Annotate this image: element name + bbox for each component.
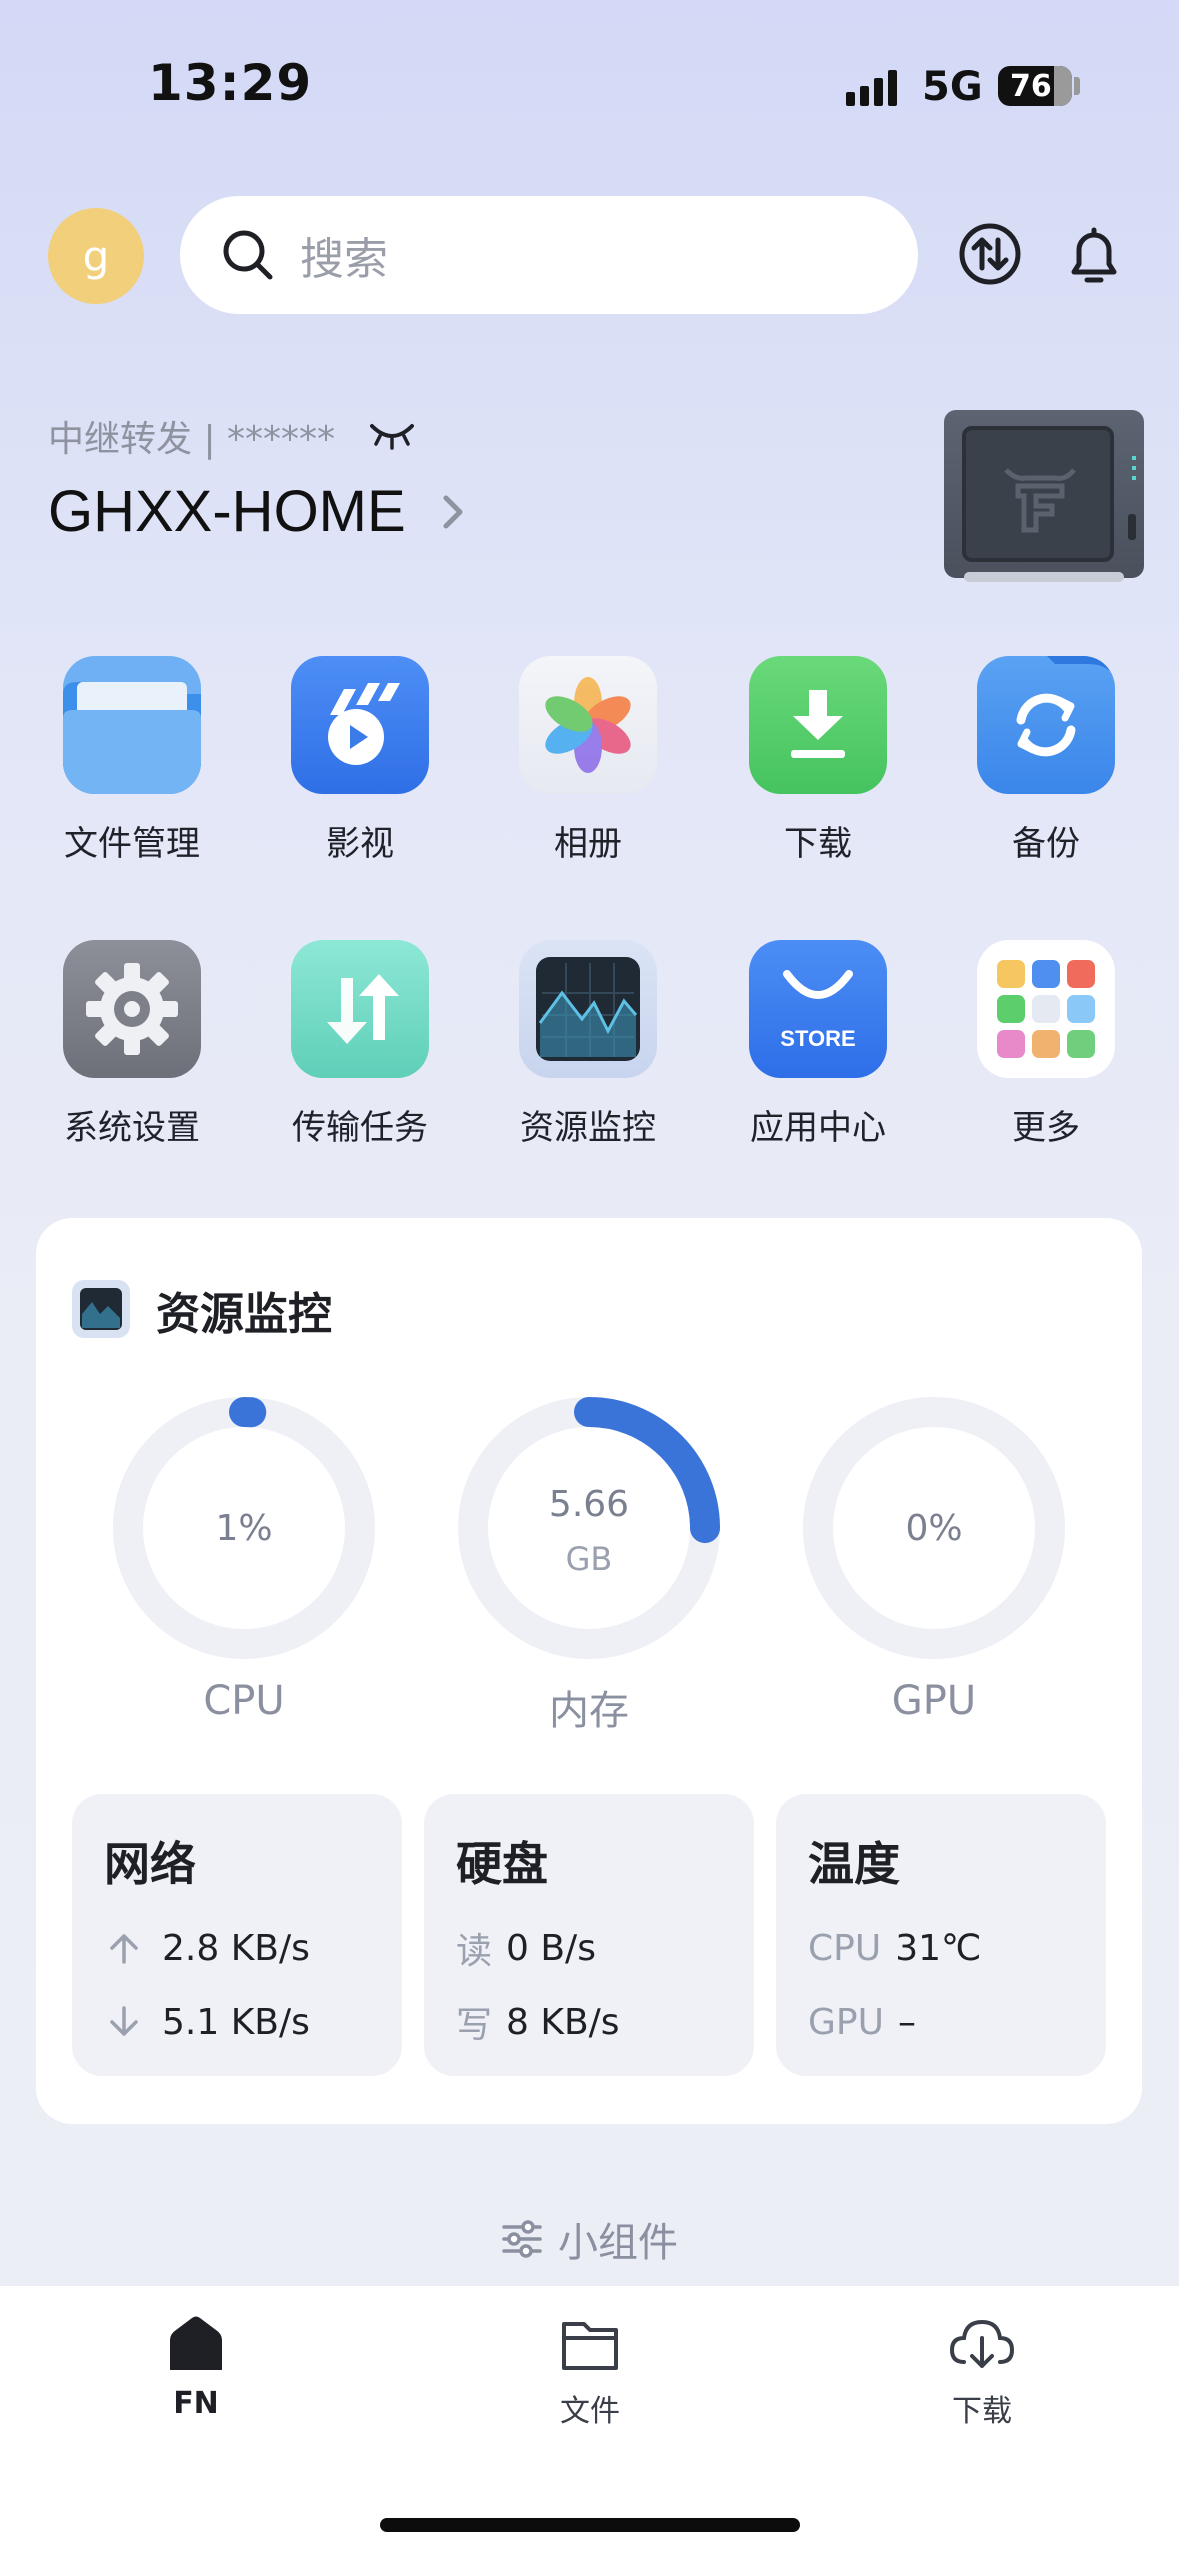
network-type: 5G [922, 64, 983, 110]
arrow-up-icon [110, 1934, 138, 1964]
temp-gpu-value: – [897, 2001, 916, 2043]
search-icon [223, 230, 273, 280]
app-label: 更多 [1012, 1108, 1080, 1148]
temp-cpu-value: 31℃ [895, 1927, 982, 1969]
video-icon [291, 656, 429, 794]
battery-level: 76 [1010, 68, 1052, 104]
app-label: 应用中心 [750, 1108, 886, 1148]
gauge-memory-label: 内存 [549, 1688, 629, 1734]
gauge-memory-unit: GB [565, 1540, 613, 1578]
arrow-down-icon [110, 2006, 138, 2036]
widgets-button[interactable]: 小组件 [500, 2210, 678, 2268]
tab-files-label: 文件 [560, 2394, 620, 2429]
app-label: 备份 [1012, 824, 1080, 864]
tab-download-label: 下载 [952, 2394, 1012, 2429]
network-down-value: 5.1 KB/s [162, 2001, 310, 2043]
transfer-icon [291, 940, 429, 1078]
nas-base [964, 572, 1124, 582]
app-label: 资源监控 [520, 1108, 656, 1148]
app-label: 文件管理 [64, 824, 200, 864]
settings-icon [63, 940, 201, 1078]
disk-title: 硬盘 [456, 1837, 548, 1891]
network-up-value: 2.8 KB/s [162, 1927, 310, 1969]
app-video[interactable]: 影视 [280, 656, 440, 865]
photos-icon [519, 656, 657, 794]
gauge-memory[interactable] [457, 1396, 721, 1660]
app-transfer-tasks[interactable]: 传输任务 [280, 940, 440, 1149]
tab-download[interactable]: 下载 [882, 2312, 1082, 2430]
relay-status: 中继转发 | ****** [48, 419, 336, 460]
app-label: 系统设置 [64, 1108, 200, 1148]
monitor-mini-icon [72, 1280, 130, 1338]
battery-cap [1074, 77, 1080, 95]
more-apps-icon [977, 940, 1115, 1078]
search-bar[interactable]: 搜索 [180, 196, 918, 314]
app-label: 传输任务 [292, 1108, 428, 1148]
network-stat-card[interactable]: 网络 2.8 KB/s 5.1 KB/s [72, 1794, 402, 2076]
network-title: 网络 [104, 1837, 196, 1891]
app-resource-monitor[interactable]: 资源监控 [508, 940, 668, 1149]
temperature-title: 温度 [808, 1837, 900, 1891]
sliders-icon [502, 2220, 542, 2258]
download-icon [749, 656, 887, 794]
app-label: 相册 [554, 824, 622, 864]
app-label: 下载 [784, 824, 852, 864]
chevron-right-icon[interactable] [438, 490, 468, 534]
bell-icon[interactable] [1058, 218, 1130, 290]
cloud-download-icon [949, 2319, 1015, 2368]
monitor-icon [519, 940, 657, 1078]
gauge-gpu-label: GPU [891, 1678, 977, 1724]
monitor-title: 资源监控 [156, 1289, 332, 1340]
device-name[interactable]: GHXX-HOME [48, 478, 406, 545]
app-file-manager[interactable]: 文件管理 [52, 656, 212, 865]
disk-write-value: 8 KB/s [506, 2001, 620, 2043]
folder-icon [63, 656, 201, 794]
transfer-arrows-icon[interactable] [954, 218, 1026, 290]
gauge-cpu-label: CPU [203, 1678, 285, 1724]
temp-gpu-label: GPU [808, 2001, 884, 2043]
store-badge-text: STORE [780, 1026, 855, 1051]
disk-write-label: 写 [456, 2005, 493, 2046]
store-icon: STORE [749, 940, 887, 1078]
hide-eye-icon[interactable] [368, 420, 416, 450]
app-more[interactable]: 更多 [966, 940, 1126, 1149]
temp-cpu-label: CPU [808, 1927, 882, 1969]
disk-read-value: 0 B/s [506, 1927, 596, 1969]
app-label: 影视 [326, 824, 394, 864]
signal-icon [846, 70, 908, 106]
tab-fn[interactable]: FN [96, 2312, 296, 2421]
app-download[interactable]: 下载 [738, 656, 898, 865]
disk-read-label: 读 [456, 1931, 493, 1972]
nas-device-image[interactable] [944, 410, 1144, 578]
app-store[interactable]: STORE 应用中心 [738, 940, 898, 1149]
home-icon [170, 2316, 222, 2370]
status-time: 13:29 [148, 54, 313, 112]
temperature-stat-card[interactable]: 温度 CPU 31℃ GPU – [776, 1794, 1106, 2076]
tab-fn-label: FN [173, 2386, 219, 2421]
app-backup[interactable]: 备份 [966, 656, 1126, 865]
gauge-ring [458, 1397, 720, 1659]
gauge-memory-value: 5.66 [548, 1484, 630, 1525]
backup-icon [977, 656, 1115, 794]
app-system-settings[interactable]: 系统设置 [52, 940, 212, 1149]
nas-logo-icon [1004, 468, 1076, 533]
search-placeholder: 搜索 [300, 234, 388, 285]
disk-stat-card[interactable]: 硬盘 读 0 B/s 写 8 KB/s [424, 1794, 754, 2076]
gauge-gpu-value: 0% [905, 1508, 963, 1549]
home-indicator[interactable] [380, 2518, 800, 2532]
widgets-label: 小组件 [558, 2220, 678, 2266]
gauge-cpu-value: 1% [215, 1508, 273, 1549]
folder-outline-icon [562, 2322, 618, 2370]
tab-files[interactable]: 文件 [490, 2312, 690, 2430]
avatar[interactable]: g [48, 208, 144, 304]
app-photos[interactable]: 相册 [508, 656, 668, 865]
battery-icon: 76 [998, 66, 1072, 106]
